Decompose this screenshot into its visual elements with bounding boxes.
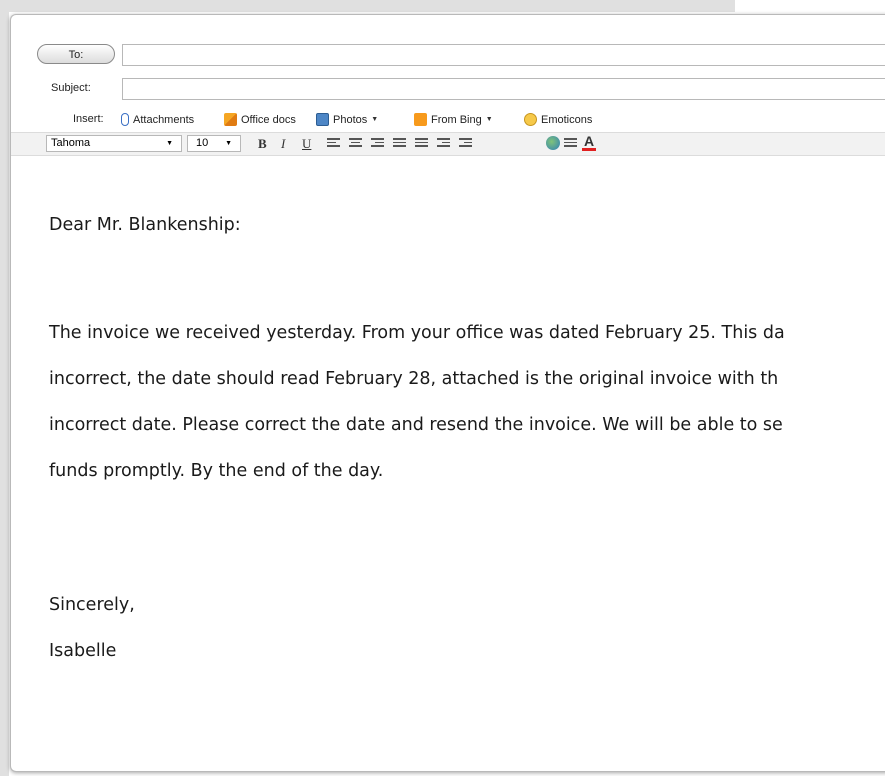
- office-docs-icon: [224, 113, 237, 126]
- align-left-icon[interactable]: [327, 138, 340, 149]
- photos-button[interactable]: Photos ▼: [316, 113, 378, 126]
- insert-label: Insert:: [73, 113, 104, 125]
- top-border: [0, 0, 735, 12]
- bulleted-list-icon[interactable]: [415, 138, 428, 149]
- body-line: funds promptly. By the end of the day.: [49, 461, 384, 481]
- decrease-indent-icon[interactable]: [437, 138, 450, 149]
- font-color-bar: [582, 148, 596, 151]
- to-field[interactable]: [122, 44, 885, 66]
- underline-button[interactable]: U: [302, 135, 311, 152]
- body-line: The invoice we received yesterday. From …: [49, 323, 785, 343]
- align-right-icon[interactable]: [371, 138, 384, 149]
- subject-row: Subject:: [11, 78, 885, 102]
- from-bing-label: From Bing: [431, 113, 482, 126]
- greeting: Dear Mr. Blankenship:: [49, 215, 241, 235]
- font-color-button[interactable]: A: [582, 134, 596, 152]
- font-family-value: Tahoma: [51, 137, 91, 149]
- format-toolbar: Tahoma ▼ 10 ▼ B I U A: [11, 132, 885, 156]
- font-size-value: 10: [196, 137, 209, 149]
- paperclip-icon: [121, 113, 129, 126]
- from-bing-button[interactable]: From Bing ▼: [414, 113, 493, 126]
- line-spacing-icon[interactable]: [564, 138, 577, 149]
- chevron-down-icon: ▼: [371, 116, 379, 123]
- bing-icon: [414, 113, 427, 126]
- to-button[interactable]: To:: [37, 44, 115, 64]
- hyperlink-icon[interactable]: [546, 136, 560, 150]
- closing: Sincerely,: [49, 595, 135, 615]
- increase-indent-icon[interactable]: [459, 138, 472, 149]
- compose-window: To: Subject: Insert: Attachments Office …: [10, 14, 885, 772]
- photos-icon: [316, 113, 329, 126]
- font-size-select[interactable]: 10 ▼: [187, 135, 241, 152]
- font-color-glyph: A: [583, 133, 595, 149]
- photos-label: Photos: [333, 113, 368, 126]
- emoticons-label: Emoticons: [541, 113, 593, 126]
- signature: Isabelle: [49, 641, 117, 661]
- attachments-label: Attachments: [133, 113, 195, 126]
- align-center-icon[interactable]: [349, 138, 362, 149]
- chevron-down-icon: ▼: [166, 140, 173, 147]
- office-docs-button[interactable]: Office docs: [224, 113, 296, 126]
- emoticon-icon: [524, 113, 537, 126]
- emoticons-button[interactable]: Emoticons: [524, 113, 592, 126]
- office-docs-label: Office docs: [241, 113, 296, 126]
- bold-button[interactable]: B: [258, 135, 267, 152]
- italic-button[interactable]: I: [281, 135, 285, 152]
- insert-bar: Insert: Attachments Office docs Photos ▼…: [11, 111, 885, 129]
- to-row: To:: [11, 44, 885, 68]
- font-family-select[interactable]: Tahoma ▼: [46, 135, 182, 152]
- numbered-list-icon[interactable]: [393, 138, 406, 149]
- attachments-button[interactable]: Attachments: [121, 113, 194, 126]
- subject-field[interactable]: [122, 78, 885, 100]
- subject-label: Subject:: [51, 82, 91, 94]
- body-line: incorrect, the date should read February…: [49, 369, 779, 389]
- chevron-down-icon: ▼: [225, 140, 232, 147]
- body-line: incorrect date. Please correct the date …: [49, 415, 783, 435]
- left-border: [0, 0, 9, 776]
- chevron-down-icon: ▼: [485, 116, 493, 123]
